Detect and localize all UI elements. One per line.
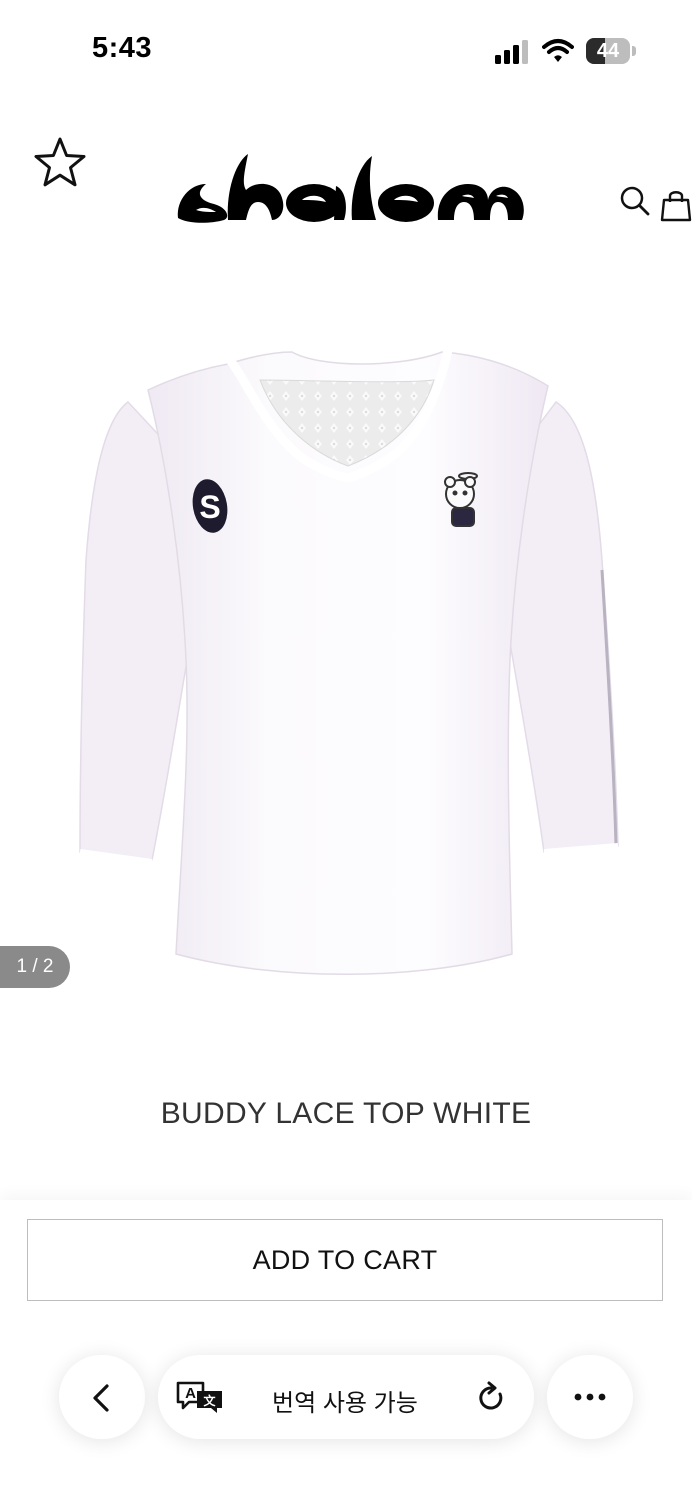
product-title: BUDDY LACE TOP WHITE [160,1097,532,1130]
product-photo: S [79,345,619,975]
shalom-logo-mark [177,154,524,223]
chevron-left-icon [93,1384,109,1412]
translate-label: 번역 사용 가능 [272,1390,418,1417]
battery-indicator: 44 [586,38,636,64]
image-counter: 1 / 2 [0,946,70,988]
translate-icon: A 文 [176,1381,222,1413]
battery-level: 44 [596,40,620,62]
search-icon [620,186,650,216]
add-to-cart-button[interactable]: ADD TO CART [27,1219,663,1301]
cart-button[interactable] [660,188,692,222]
reload-icon[interactable] [476,1381,506,1413]
shalom-logo[interactable] [176,150,528,226]
more-dots-icon [574,1393,606,1401]
product-image[interactable]: S [70,340,630,990]
shopping-bag-icon [660,191,692,222]
favorite-button[interactable] [30,134,90,192]
cellular-signal-icon [495,40,528,64]
wifi-icon [542,39,574,62]
svg-text:文: 文 [203,1393,216,1408]
status-time: 5:43 [92,32,153,64]
svg-text:A: A [185,1385,196,1402]
search-button[interactable] [618,184,652,218]
star-outline-icon [34,137,86,187]
s-patch-letter: S [199,489,220,525]
